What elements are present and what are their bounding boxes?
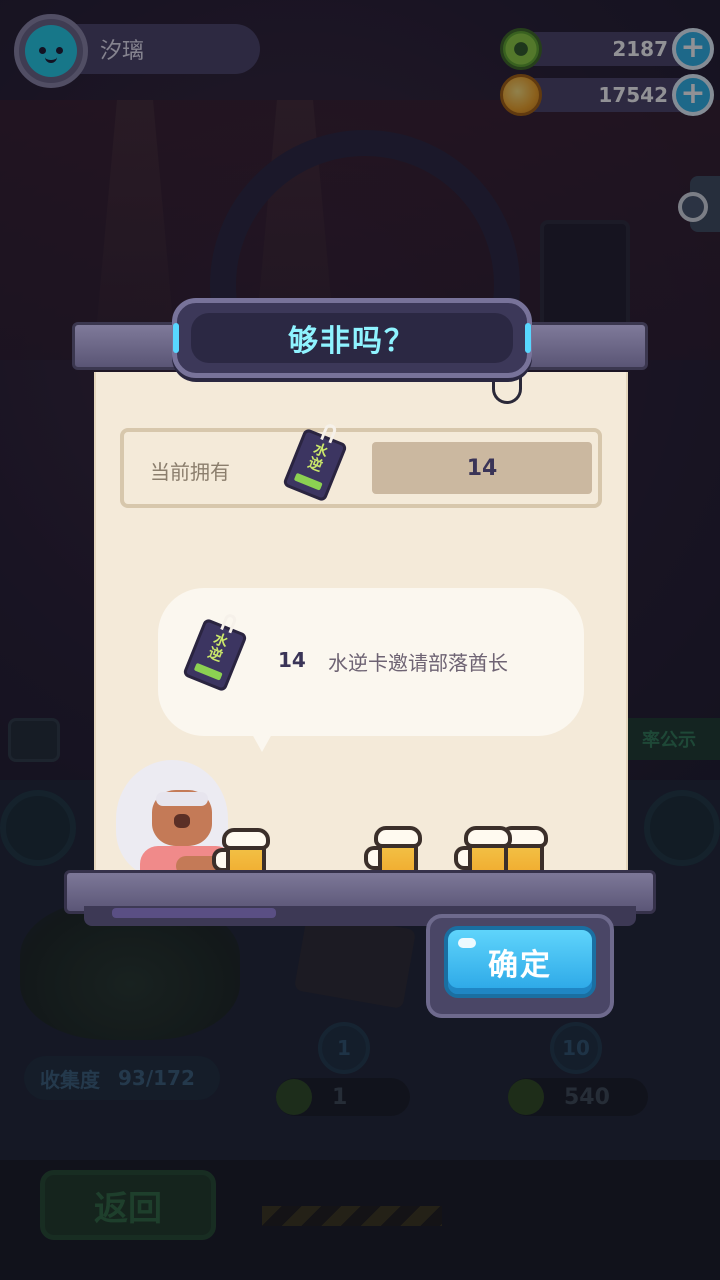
bar-slot bbox=[112, 908, 276, 918]
confirm-button[interactable]: 确定 bbox=[444, 926, 596, 998]
cost-description: 水逆卡邀请部落酋长 bbox=[328, 651, 508, 675]
cost-count: 14 bbox=[278, 648, 306, 672]
title-plate: 够非吗？ bbox=[172, 298, 532, 378]
owned-row: 当前拥有 14 bbox=[120, 428, 602, 508]
title-light bbox=[173, 323, 179, 353]
title-light bbox=[525, 323, 531, 353]
owned-value: 14 bbox=[372, 442, 592, 494]
dialog-title: 够非吗？ bbox=[191, 313, 513, 363]
owned-label: 当前拥有 bbox=[150, 460, 230, 484]
confirm-dialog: 够非吗？ 当前拥有 14 水逆 14 水逆卡邀请部落酋长 水逆 确定 bbox=[0, 0, 720, 1280]
